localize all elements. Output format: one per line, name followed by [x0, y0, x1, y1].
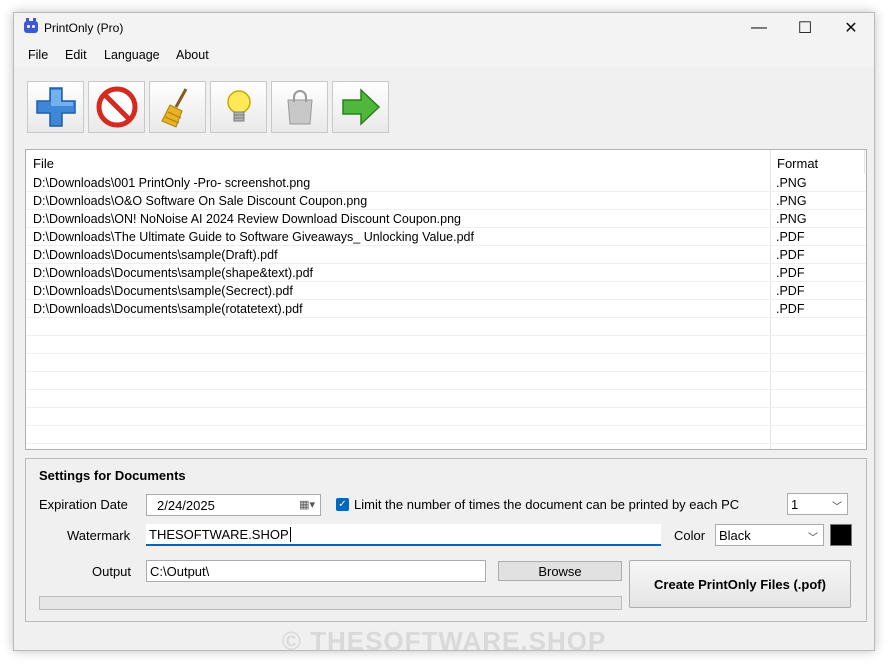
file-format: .PNG	[776, 176, 807, 190]
column-header-file[interactable]: File	[26, 150, 54, 174]
calendar-icon[interactable]: ▦▾	[299, 498, 315, 511]
next-button[interactable]	[332, 81, 389, 133]
table-row[interactable]: D:\Downloads\Documents\sample(rotatetext…	[26, 300, 866, 318]
file-path: D:\Downloads\The Ultimate Guide to Softw…	[33, 230, 474, 244]
table-row[interactable]: D:\Downloads\001 PrintOnly -Pro- screens…	[26, 174, 866, 192]
buy-button[interactable]	[271, 81, 328, 133]
chevron-down-icon: ﹀	[808, 533, 818, 544]
text-cursor	[289, 527, 291, 542]
file-format: .PDF	[776, 248, 805, 262]
remove-file-button[interactable]	[88, 81, 145, 133]
menu-file[interactable]: File	[28, 48, 48, 62]
menu-about[interactable]: About	[176, 48, 209, 62]
file-path: D:\Downloads\Documents\sample(Draft).pdf	[33, 248, 278, 262]
empty-row	[26, 390, 866, 408]
file-path: D:\Downloads\Documents\sample(rotatetext…	[33, 302, 303, 316]
empty-row	[26, 318, 866, 336]
empty-row	[26, 336, 866, 354]
table-row[interactable]: D:\Downloads\Documents\sample(shape&text…	[26, 264, 866, 282]
remove-icon	[96, 86, 137, 128]
watermark-label: Watermark	[67, 528, 131, 543]
file-path: D:\Downloads\Documents\sample(Secrect).p…	[33, 284, 293, 298]
file-format: .PDF	[776, 230, 805, 244]
file-format: .PNG	[776, 212, 807, 226]
column-divider-end	[864, 150, 865, 174]
file-format: .PDF	[776, 302, 805, 316]
file-list[interactable]: File Format D:\Downloads\001 PrintOnly -…	[25, 149, 867, 450]
clear-broom-icon	[160, 88, 187, 128]
empty-row	[26, 354, 866, 372]
maximize-button[interactable]: ☐	[782, 13, 828, 43]
add-files-button[interactable]	[27, 81, 84, 133]
file-path: D:\Downloads\001 PrintOnly -Pro- screens…	[33, 176, 311, 190]
chevron-down-icon: ﹀	[832, 502, 842, 513]
file-path: D:\Downloads\ON! NoNoise AI 2024 Review …	[33, 212, 462, 226]
expiration-date-label: Expiration Date	[39, 497, 128, 512]
file-format: .PNG	[776, 194, 807, 208]
column-header-format[interactable]: Format	[770, 150, 818, 174]
expiration-date-value: 2/24/2025	[157, 498, 215, 513]
menu-bar: File Edit Language About	[14, 43, 874, 67]
table-row[interactable]: D:\Downloads\The Ultimate Guide to Softw…	[26, 228, 866, 246]
print-limit-select[interactable]: 1 ﹀	[787, 493, 848, 515]
color-value: Black	[719, 528, 751, 543]
lightbulb-icon	[226, 90, 251, 122]
app-window: PrintOnly (Pro) — ☐ ✕ File Edit Language…	[13, 12, 875, 651]
settings-heading: Settings for Documents	[39, 468, 186, 483]
title-bar: PrintOnly (Pro) — ☐ ✕	[14, 13, 874, 43]
watermark-value: THESOFTWARE.SHOP	[149, 527, 289, 542]
toolbar	[14, 67, 874, 137]
window-title: PrintOnly (Pro)	[44, 21, 124, 35]
file-format: .PDF	[776, 284, 805, 298]
output-label: Output	[92, 564, 132, 579]
watermark-overlay: © THESOFTWARE.SHOP	[281, 626, 607, 656]
minimize-button[interactable]: —	[736, 13, 782, 43]
table-row[interactable]: D:\Downloads\Documents\sample(Draft).pdf…	[26, 246, 866, 264]
empty-row	[26, 426, 866, 444]
table-row[interactable]: D:\Downloads\O&O Software On Sale Discou…	[26, 192, 866, 210]
arrow-right-icon	[341, 88, 380, 126]
close-button[interactable]: ✕	[828, 13, 874, 43]
shopping-bag-icon	[286, 90, 313, 125]
menu-language[interactable]: Language	[104, 48, 160, 62]
add-icon	[35, 87, 76, 127]
color-select[interactable]: Black ﹀	[715, 524, 824, 546]
app-icon	[24, 18, 38, 33]
limit-prints-checkbox[interactable]: ✓	[336, 498, 349, 511]
output-path-value: C:\Output\	[150, 564, 210, 579]
empty-row	[26, 408, 866, 426]
output-path-input[interactable]: C:\Output\	[146, 560, 486, 582]
file-path: D:\Downloads\O&O Software On Sale Discou…	[33, 194, 368, 208]
menu-edit[interactable]: Edit	[65, 48, 87, 62]
browse-button[interactable]: Browse	[498, 561, 622, 581]
create-printonly-files-button[interactable]: Create PrintOnly Files (.pof)	[629, 560, 851, 608]
clear-list-button[interactable]	[149, 81, 206, 133]
print-limit-value: 1	[791, 497, 799, 512]
file-format: .PDF	[776, 266, 805, 280]
file-path: D:\Downloads\Documents\sample(shape&text…	[33, 266, 313, 280]
color-swatch[interactable]	[830, 524, 852, 546]
tips-button[interactable]	[210, 81, 267, 133]
progress-bar	[39, 596, 622, 610]
expiration-date-picker[interactable]: 2/24/2025 ▦▾	[146, 494, 321, 516]
color-label: Color	[674, 528, 706, 543]
table-row[interactable]: D:\Downloads\ON! NoNoise AI 2024 Review …	[26, 210, 866, 228]
limit-prints-label: Limit the number of times the document c…	[354, 497, 740, 512]
watermark-input[interactable]: THESOFTWARE.SHOP	[146, 524, 661, 546]
empty-row	[26, 372, 866, 390]
table-row[interactable]: D:\Downloads\Documents\sample(Secrect).p…	[26, 282, 866, 300]
